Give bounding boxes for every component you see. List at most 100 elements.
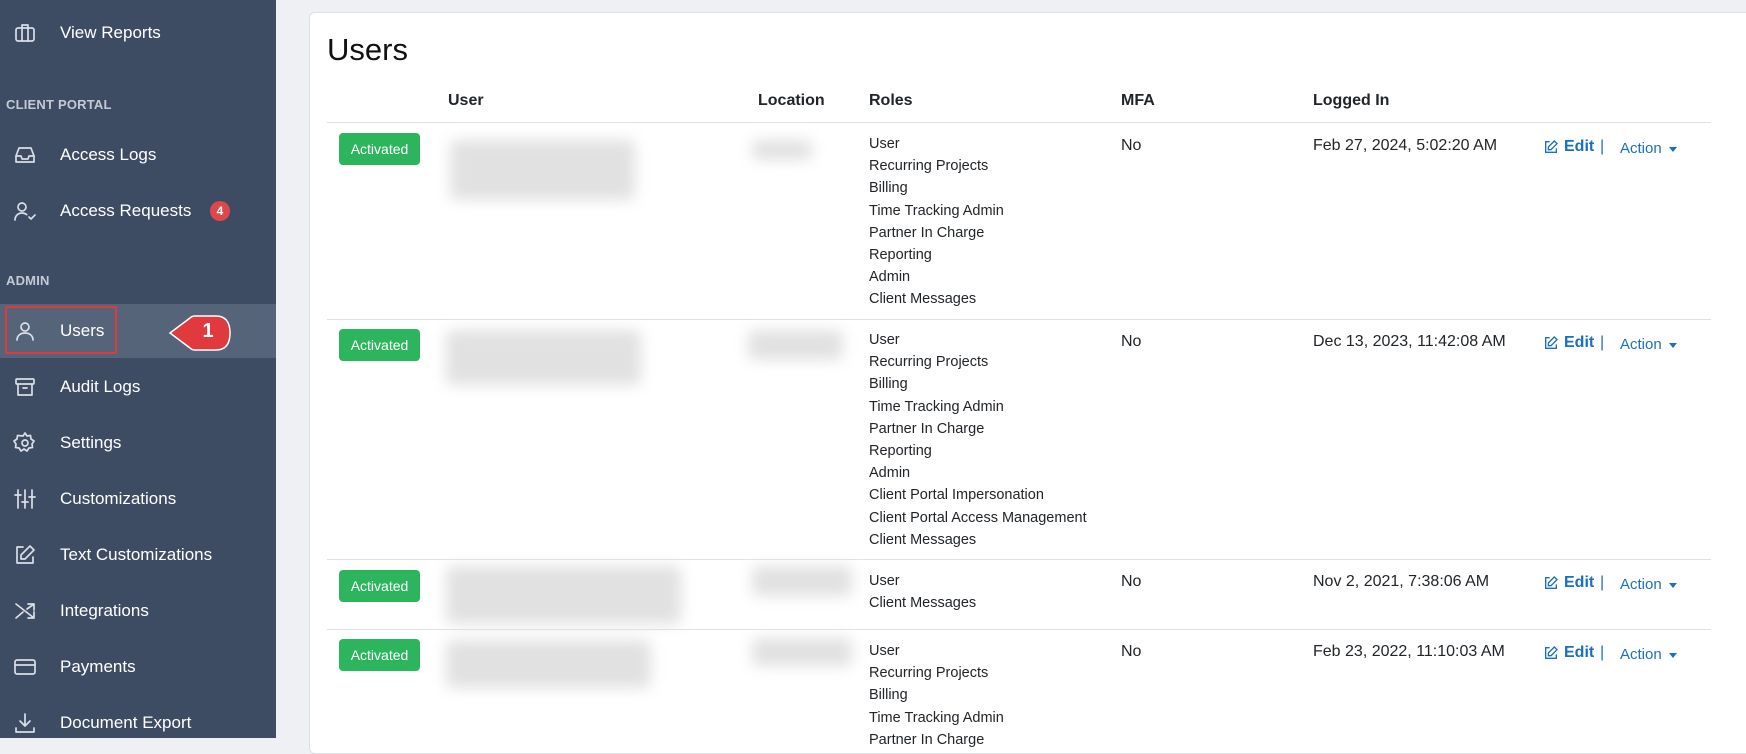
role-item: User (869, 332, 900, 348)
role-item: Billing (869, 376, 908, 393)
sidebar-item-access-requests[interactable]: Access Requests 4 (0, 184, 276, 238)
role-item: Client Messages (869, 531, 977, 548)
role-item: Partner In Charge (869, 420, 985, 437)
sidebar-item-text-customizations[interactable]: Text Customizations (0, 528, 276, 582)
role-item: Client Messages (869, 595, 977, 612)
column-header-mfa: MFA (1121, 92, 1155, 109)
edit-link[interactable]: Edit (1543, 574, 1594, 592)
download-icon (12, 710, 38, 736)
notification-badge: 4 (210, 201, 230, 221)
annotation-number: 1 (202, 320, 214, 342)
status-badge[interactable]: Activated (339, 133, 420, 165)
sidebar-item-integrations[interactable]: Integrations (0, 584, 276, 638)
sidebar-item-payments[interactable]: Payments (0, 640, 276, 694)
edit-icon (1545, 646, 1558, 659)
sidebar-item-label: Payments (60, 657, 136, 676)
sidebar-item-document-export[interactable]: Document Export (0, 696, 276, 738)
edit-link[interactable]: Edit (1543, 644, 1594, 662)
caret-down-icon (1668, 146, 1677, 152)
sidebar-item-view-reports[interactable]: View Reports (0, 6, 276, 60)
sidebar: View Reports CLIENT PORTAL Access Logs A… (0, 0, 276, 738)
roles-list: User Recurring Projects Billing Time Tra… (869, 329, 1087, 551)
redacted-location (752, 566, 852, 596)
logged-in-value: Feb 27, 2024, 5:02:20 AM (1313, 137, 1498, 154)
sidebar-item-settings[interactable]: Settings (0, 416, 276, 470)
separator: | (1600, 644, 1605, 661)
action-label: Action (1620, 646, 1662, 663)
role-item: Time Tracking Admin (869, 709, 1004, 726)
redacted-user (446, 330, 641, 385)
sidebar-item-label: Access Logs (60, 145, 157, 164)
column-header-location: Location (758, 92, 825, 109)
role-item: Billing (869, 180, 908, 197)
role-item: Recurring Projects (869, 665, 989, 682)
edit-icon (1545, 576, 1558, 589)
edit-icon (1545, 336, 1558, 349)
role-item: Recurring Projects (869, 158, 989, 175)
page-title: Users (327, 32, 408, 67)
action-dropdown[interactable]: Action (1620, 336, 1677, 353)
sidebar-item-access-logs[interactable]: Access Logs (0, 128, 276, 182)
credit-card-icon (12, 654, 38, 680)
sidebar-item-customizations[interactable]: Customizations (0, 472, 276, 526)
column-header-user: User (448, 92, 484, 109)
status-badge[interactable]: Activated (339, 639, 420, 671)
action-label: Action (1620, 140, 1662, 157)
table-divider (327, 629, 1711, 630)
sliders-icon (12, 486, 38, 512)
role-item: Reporting (869, 247, 932, 264)
action-dropdown[interactable]: Action (1620, 140, 1677, 157)
status-badge[interactable]: Activated (339, 570, 420, 602)
table-divider (327, 559, 1711, 560)
section-label-client-portal: CLIENT PORTAL (6, 97, 112, 112)
redacted-user (446, 566, 681, 624)
inbox-icon (12, 142, 38, 168)
edit-icon (1545, 140, 1558, 153)
edit-link[interactable]: Edit (1543, 334, 1594, 352)
redacted-location (748, 330, 843, 360)
role-item: User (869, 643, 900, 659)
logged-in-value: Nov 2, 2021, 7:38:06 AM (1313, 573, 1490, 590)
user-check-icon (12, 198, 38, 224)
redacted-location (752, 140, 812, 160)
section-label-admin: ADMIN (6, 273, 50, 288)
edit-link[interactable]: Edit (1543, 138, 1594, 156)
action-label: Action (1620, 576, 1662, 593)
edit-label: Edit (1564, 334, 1595, 351)
separator: | (1600, 574, 1605, 591)
separator: | (1600, 138, 1605, 155)
role-item: Client Messages (869, 291, 977, 308)
shuffle-icon (12, 598, 38, 624)
role-item: User (869, 573, 900, 589)
role-item: Reporting (869, 443, 932, 460)
status-badge[interactable]: Activated (339, 329, 420, 361)
role-item: Client Portal Access Management (869, 509, 1087, 526)
redacted-user (446, 640, 651, 688)
action-dropdown[interactable]: Action (1620, 646, 1677, 663)
sidebar-item-audit-logs[interactable]: Audit Logs (0, 360, 276, 414)
caret-down-icon (1668, 582, 1677, 588)
action-dropdown[interactable]: Action (1620, 576, 1677, 593)
caret-down-icon (1668, 652, 1677, 658)
action-label: Action (1620, 336, 1662, 353)
reports-icon (12, 20, 38, 46)
caret-down-icon (1668, 342, 1677, 348)
logged-in-value: Feb 23, 2022, 11:10:03 AM (1313, 643, 1505, 660)
edit-label: Edit (1564, 574, 1595, 591)
role-item: Admin (869, 465, 911, 482)
mfa-value: No (1121, 643, 1142, 660)
column-header-logged-in: Logged In (1313, 92, 1390, 109)
role-item: Partner In Charge (869, 224, 985, 241)
roles-list: User Recurring Projects Billing Time Tra… (869, 133, 1004, 311)
sidebar-item-label: Audit Logs (60, 377, 141, 396)
redacted-location (752, 638, 852, 666)
annotation-highlight-box (5, 306, 117, 354)
redacted-user (450, 140, 635, 200)
roles-list: User Client Messages (869, 570, 976, 614)
mfa-value: No (1121, 137, 1142, 154)
sidebar-item-label: Document Export (60, 713, 192, 732)
separator: | (1600, 334, 1605, 351)
column-header-roles: Roles (869, 92, 913, 109)
table-divider (327, 122, 1711, 123)
role-item: User (869, 136, 900, 152)
